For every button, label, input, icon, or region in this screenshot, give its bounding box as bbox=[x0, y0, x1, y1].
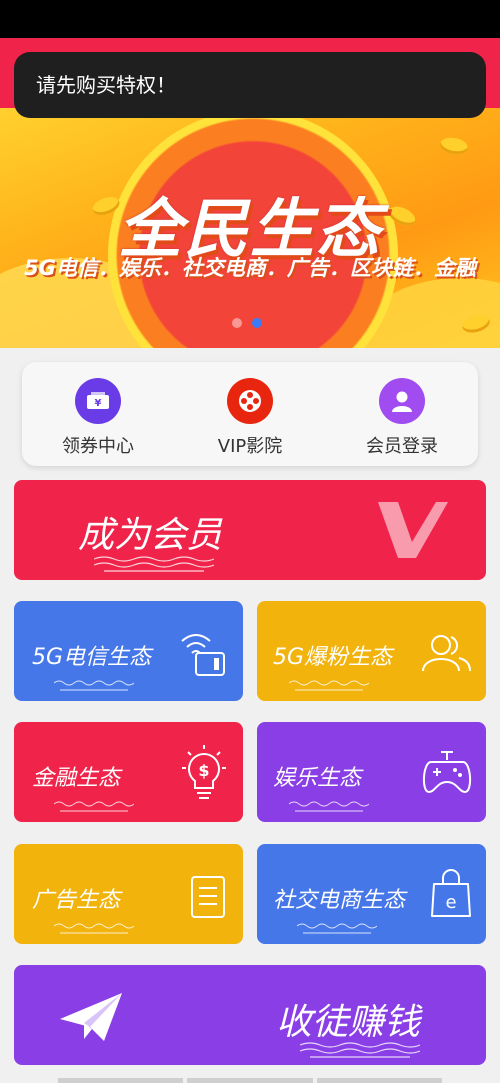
tile-title: 金融生态 bbox=[32, 766, 121, 791]
people-icon bbox=[422, 635, 471, 672]
tile-title: 广告生态 bbox=[32, 888, 121, 913]
tile-title: 5G电信生态 bbox=[32, 645, 152, 670]
tile-title: 收徒赚钱 bbox=[276, 1002, 421, 1043]
toast-message: 请先购买特权！ bbox=[14, 52, 486, 118]
become-member-tile[interactable]: 成为会员 bbox=[14, 480, 486, 580]
tile-title: 娱乐生态 bbox=[273, 766, 362, 791]
wave-decoration bbox=[54, 680, 134, 691]
film-reel-icon bbox=[227, 378, 273, 424]
shopping-bag-icon: e bbox=[431, 869, 471, 917]
wave-decoration bbox=[54, 923, 134, 934]
vip-v-icon bbox=[378, 502, 448, 558]
tile-title: 成为会员 bbox=[78, 515, 223, 556]
ads-tile[interactable]: 广告生态 bbox=[14, 844, 243, 944]
tab-placeholder[interactable] bbox=[58, 1078, 184, 1083]
finance-tile[interactable]: 金融生态 $ bbox=[14, 722, 243, 822]
5g-fans-tile[interactable]: 5G爆粉生态 bbox=[257, 601, 486, 701]
svg-text:¥: ¥ bbox=[95, 398, 102, 409]
svg-text:$: $ bbox=[198, 761, 209, 780]
wave-decoration bbox=[54, 801, 134, 812]
quick-link-label: 会员登录 bbox=[366, 436, 438, 457]
tile-title: 社交电商生态 bbox=[273, 888, 406, 913]
tile-title: 5G爆粉生态 bbox=[273, 645, 393, 670]
wave-decoration bbox=[297, 923, 377, 934]
tab-placeholder[interactable] bbox=[316, 1078, 442, 1083]
coupon-icon: ¥ bbox=[75, 378, 121, 424]
tab-placeholder[interactable] bbox=[187, 1078, 313, 1083]
quick-links-card: ¥ 领券中心 VIP影院 会员登录 bbox=[22, 362, 478, 466]
svg-text:e: e bbox=[445, 892, 456, 913]
wave-decoration bbox=[300, 1042, 420, 1058]
dollar-bulb-icon: $ bbox=[182, 745, 226, 799]
gamepad-icon bbox=[423, 751, 471, 794]
quick-link-vip-cinema[interactable]: VIP影院 bbox=[174, 362, 326, 466]
quick-link-member-login[interactable]: 会员登录 bbox=[326, 362, 478, 466]
wave-decoration bbox=[289, 801, 369, 812]
quick-link-coupon-center[interactable]: ¥ 领券中心 bbox=[22, 362, 174, 466]
bottom-tab-bar bbox=[58, 1078, 442, 1083]
promo-banner[interactable]: 全民生态 5G电信．娱乐．社交电商．广告．区块链．金融 bbox=[0, 108, 500, 348]
carousel-dot[interactable] bbox=[232, 318, 242, 328]
quick-link-label: 领券中心 bbox=[62, 436, 134, 457]
phone-signal-icon bbox=[181, 634, 225, 676]
social-ecommerce-tile[interactable]: 社交电商生态 e bbox=[257, 844, 486, 944]
entertainment-tile[interactable]: 娱乐生态 bbox=[257, 722, 486, 822]
document-icon bbox=[191, 876, 225, 918]
recruit-earn-tile[interactable]: 收徒赚钱 bbox=[14, 965, 486, 1065]
banner-subtitle: 5G电信．娱乐．社交电商．广告．区块链．金融 bbox=[24, 256, 476, 280]
paper-plane-icon bbox=[60, 993, 122, 1041]
wave-decoration bbox=[94, 556, 214, 572]
user-icon bbox=[379, 378, 425, 424]
5g-telecom-tile[interactable]: 5G电信生态 bbox=[14, 601, 243, 701]
coin-icon bbox=[438, 135, 470, 157]
wave-decoration bbox=[289, 680, 369, 691]
carousel-indicator bbox=[232, 318, 262, 328]
quick-link-label: VIP影院 bbox=[217, 436, 283, 457]
carousel-dot-active[interactable] bbox=[252, 318, 262, 328]
status-bar bbox=[0, 0, 500, 38]
